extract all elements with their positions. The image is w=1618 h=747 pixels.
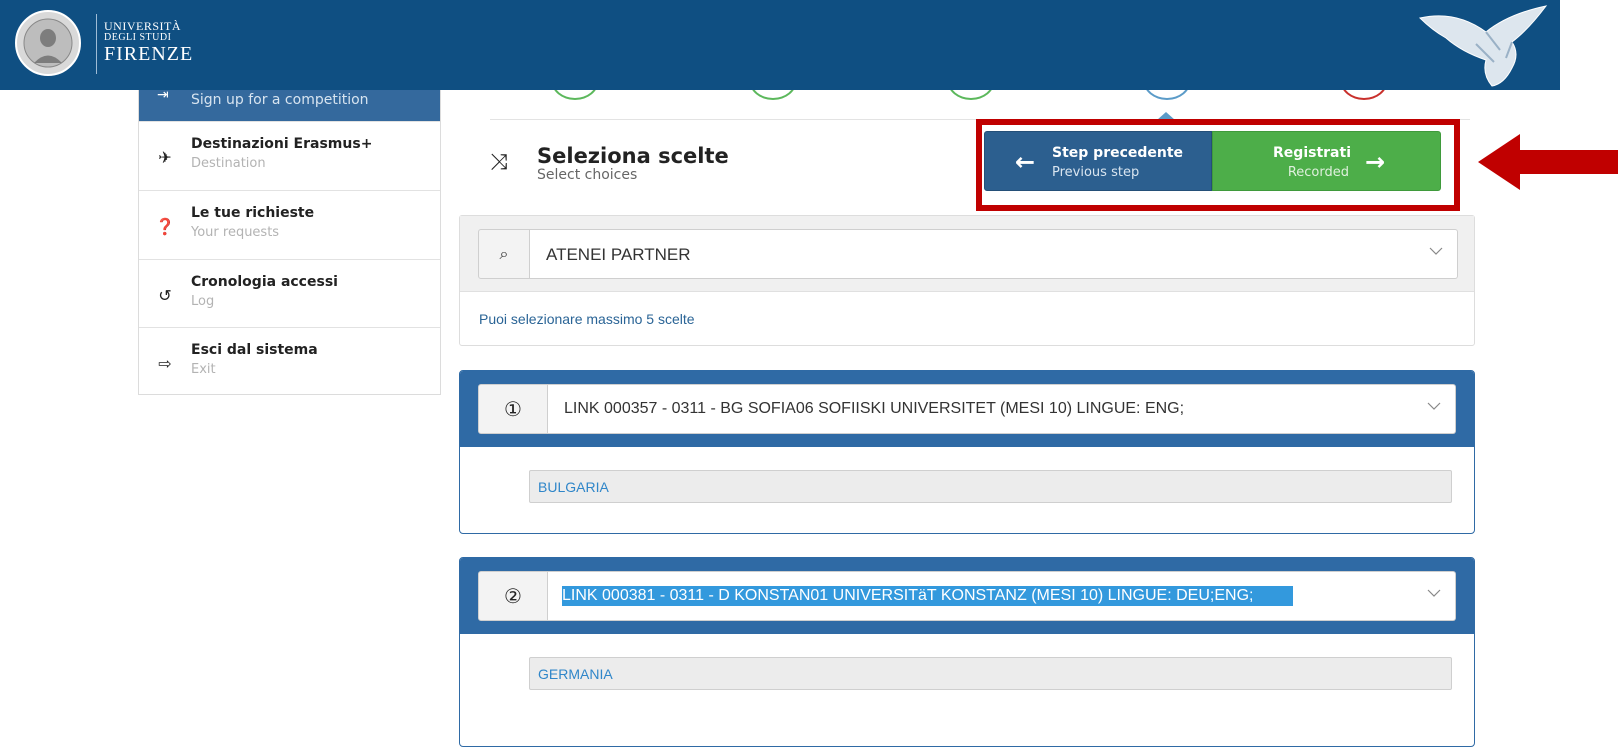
choice-select-1[interactable]: LINK 000357 - 0311 - BG SOFIA06 SOFIISKI… <box>548 384 1456 434</box>
sidebar-item-sub: Sign up for a competition <box>191 92 369 108</box>
logo-line-3: FIRENZE <box>104 43 194 65</box>
sidebar-item-cronologia[interactable]: ↺ Cronologia accessi Log <box>139 259 440 328</box>
choice-panel-1: ① LINK 000357 - 0311 - BG SOFIA06 SOFIIS… <box>459 370 1475 534</box>
annotation-arrow-icon <box>1478 134 1618 190</box>
sidebar-item-destinazioni[interactable]: ✈ Destinazioni Erasmus+ Destination <box>139 121 440 190</box>
choice-select-value-selected: LINK 000381 - 0311 - D KONSTAN01 UNIVERS… <box>562 586 1294 606</box>
section-title: Seleziona scelte <box>537 144 729 168</box>
chevron-down-icon <box>1429 247 1443 255</box>
sidebar-item-sub: Your requests <box>191 225 280 240</box>
partner-search-header: ⌕ ATENEI PARTNER <box>460 216 1474 292</box>
max-choices-note: Puoi selezionare massimo 5 scelte <box>479 311 695 327</box>
sidebar-item-sub: Destination <box>191 156 266 171</box>
sidebar: ⇥ Sign up for a competition ✈ Destinazio… <box>138 86 441 396</box>
logo-line-1: UNIVERSITÀ <box>104 19 181 33</box>
question-icon: ❓ <box>155 217 175 236</box>
sidebar-item-title: Le tue richieste <box>191 205 315 221</box>
sidebar-item-richieste[interactable]: ❓ Le tue richieste Your requests <box>139 190 440 259</box>
choice-country-field: BULGARIA <box>529 470 1452 503</box>
choice-select-value: LINK 000357 - 0311 - BG SOFIA06 SOFIISKI… <box>564 400 1185 417</box>
logo-divider <box>96 14 97 74</box>
sidebar-item-sub: Exit <box>191 362 216 377</box>
sidebar-item-title: Cronologia accessi <box>191 274 338 290</box>
choice-select-2[interactable]: LINK 000381 - 0311 - D KONSTAN01 UNIVERS… <box>548 571 1456 621</box>
random-icon: ⤨ <box>490 150 508 175</box>
eagle-icon <box>1419 5 1548 87</box>
choice-number-badge: ① <box>478 384 548 434</box>
annotation-highlight-box <box>976 119 1460 211</box>
sidebar-item-title: Esci dal sistema <box>191 342 318 358</box>
sidebar-item-sub: Log <box>191 294 215 309</box>
choice-country: GERMANIA <box>538 666 613 682</box>
logo-line-2: DEGLI STUDI <box>104 32 172 43</box>
header-overlay: UNIVERSITÀ DEGLI STUDI FIRENZE <box>0 0 1560 90</box>
search-icon: ⌕ <box>478 229 530 279</box>
partner-select-value: ATENEI PARTNER <box>546 245 691 264</box>
choice-country-field: GERMANIA <box>529 657 1452 690</box>
seal-icon <box>15 10 81 76</box>
choice-panel-2: ② LINK 000381 - 0311 - D KONSTAN01 UNIVE… <box>459 557 1475 747</box>
sign-out-icon: ⇨ <box>158 354 172 373</box>
partner-search-panel: ⌕ ATENEI PARTNER Puoi selezionare massim… <box>459 215 1475 346</box>
history-icon: ↺ <box>158 286 172 305</box>
logo-text: UNIVERSITÀ DEGLI STUDI FIRENZE <box>104 20 193 64</box>
sidebar-item-title: Destinazioni Erasmus+ <box>191 136 373 152</box>
partner-select[interactable]: ATENEI PARTNER <box>530 229 1458 279</box>
chevron-down-icon <box>1427 589 1441 597</box>
sidebar-item-esci[interactable]: ⇨ Esci dal sistema Exit <box>139 327 440 396</box>
sidebar-item-sign-up[interactable]: ⇥ Sign up for a competition <box>139 86 440 121</box>
chevron-down-icon <box>1427 402 1441 410</box>
choice-header: ① LINK 000357 - 0311 - BG SOFIA06 SOFIIS… <box>460 371 1474 447</box>
sign-in-icon: ⇥ <box>157 86 169 102</box>
section-subtitle: Select choices <box>537 167 638 183</box>
choice-country: BULGARIA <box>538 479 609 495</box>
plane-icon: ✈ <box>158 148 172 167</box>
choice-number-badge: ② <box>478 571 548 621</box>
choice-header: ② LINK 000381 - 0311 - D KONSTAN01 UNIVE… <box>460 558 1474 634</box>
